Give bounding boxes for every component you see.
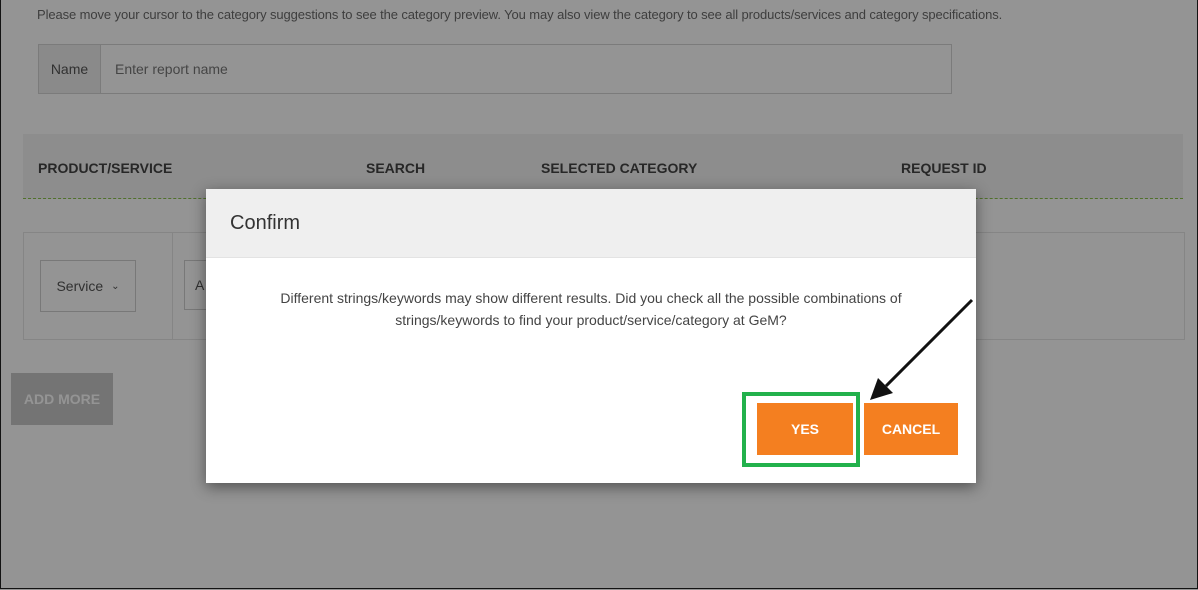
dialog-title: Confirm <box>230 211 301 234</box>
dialog-message-line-2: strings/keywords to find your product/se… <box>395 312 787 328</box>
dialog-message: Different strings/keywords may show diff… <box>246 287 936 331</box>
dialog-header: Confirm <box>206 189 976 258</box>
confirm-dialog: Confirm Different strings/keywords may s… <box>206 189 976 483</box>
cancel-button[interactable]: CANCEL <box>864 403 958 455</box>
yes-button[interactable]: YES <box>757 403 853 455</box>
dialog-message-line-1: Different strings/keywords may show diff… <box>280 290 902 306</box>
